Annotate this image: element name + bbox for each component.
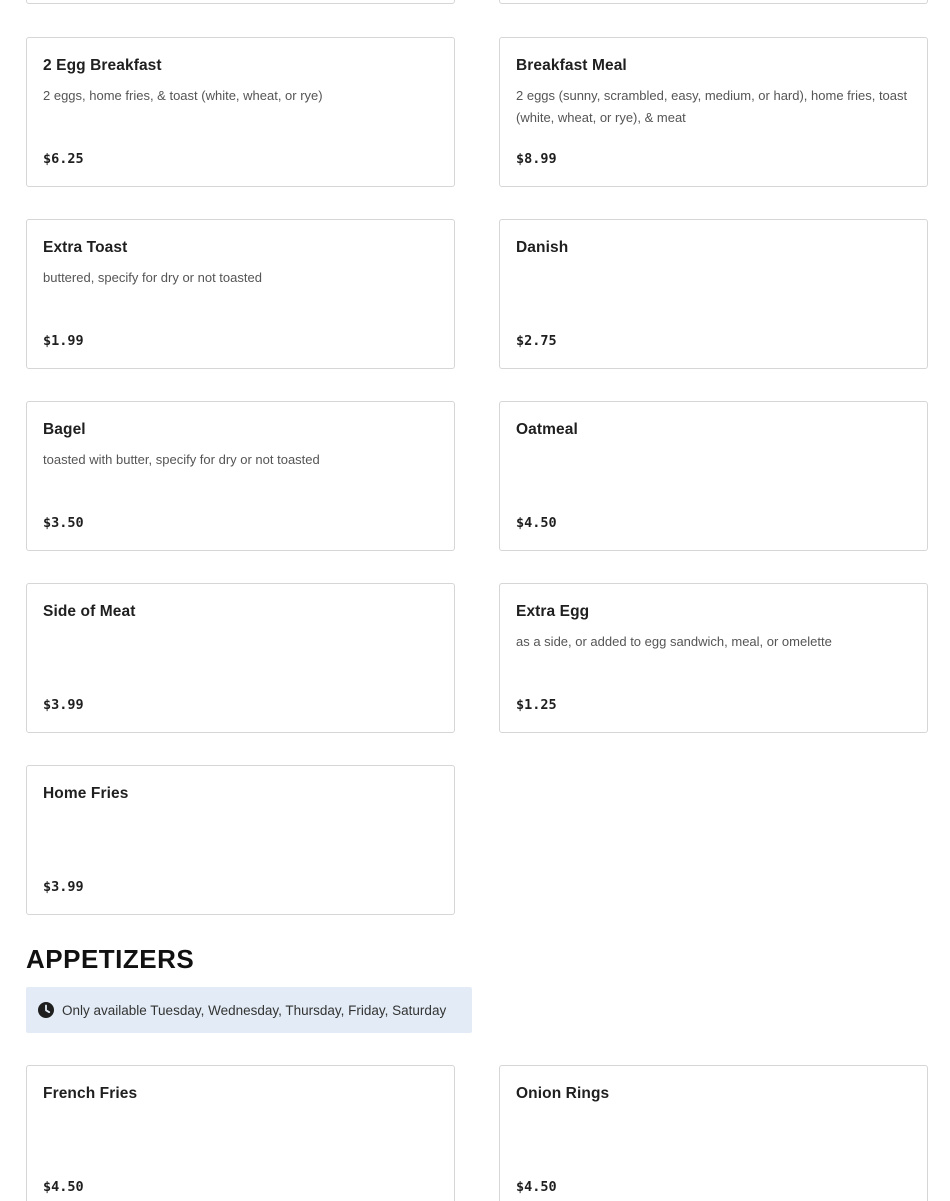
menu-item-card[interactable]: Onion Rings $4.50 (499, 1065, 928, 1201)
menu-item-description: as a side, or added to egg sandwich, mea… (516, 634, 832, 649)
clock-icon (37, 1001, 55, 1019)
menu-item-name: French Fries (43, 1085, 138, 1102)
menu-item-card[interactable]: Home Fries $3.99 (26, 765, 455, 915)
menu-item-description: 2 eggs, home fries, & toast (white, whea… (43, 88, 323, 103)
menu-item-name: Onion Rings (516, 1085, 610, 1102)
menu-item-card[interactable]: French Fries $4.50 (26, 1065, 455, 1201)
menu-item-card[interactable]: Oatmeal $4.50 (499, 401, 928, 551)
menu-item-card[interactable]: 2 Egg Breakfast 2 eggs, home fries, & to… (26, 37, 455, 187)
menu-item-name: Extra Toast (43, 239, 128, 256)
menu-item-name: Home Fries (43, 785, 129, 802)
menu-item-card-partial[interactable] (499, 0, 928, 4)
menu-item-name: Oatmeal (516, 421, 578, 438)
menu-item-name: 2 Egg Breakfast (43, 57, 162, 74)
menu-item-name: Danish (516, 239, 569, 256)
menu-item-card[interactable]: Breakfast Meal 2 eggs (sunny, scrambled,… (499, 37, 928, 187)
menu-item-price: $4.50 (516, 1179, 557, 1195)
menu-item-price: $3.50 (43, 515, 84, 531)
menu-item-description: 2 eggs (sunny, scrambled, easy, medium, … (516, 88, 908, 125)
menu-item-price: $3.99 (43, 879, 84, 895)
menu-item-price: $4.50 (516, 515, 557, 531)
menu-item-price: $3.99 (43, 697, 84, 713)
menu-item-card[interactable]: Danish $2.75 (499, 219, 928, 369)
section-title-appetizers: APPETIZERS (26, 944, 195, 974)
availability-notice: Only available Tuesday, Wednesday, Thurs… (26, 987, 472, 1033)
menu-item-price: $2.75 (516, 333, 557, 349)
menu-item-card-partial[interactable] (26, 0, 455, 4)
menu-item-name: Side of Meat (43, 603, 136, 620)
menu-item-name: Extra Egg (516, 603, 590, 620)
menu-item-price: $4.50 (43, 1179, 84, 1195)
menu-item-price: $8.99 (516, 151, 557, 167)
menu-item-description: toasted with butter, specify for dry or … (43, 452, 320, 467)
menu-item-price: $6.25 (43, 151, 84, 167)
menu-item-name: Bagel (43, 421, 86, 438)
menu-item-description: buttered, specify for dry or not toasted (43, 270, 262, 285)
availability-text: Only available Tuesday, Wednesday, Thurs… (62, 1002, 447, 1018)
menu-item-card[interactable]: Bagel toasted with butter, specify for d… (26, 401, 455, 551)
menu-item-card[interactable]: Extra Toast buttered, specify for dry or… (26, 219, 455, 369)
menu-item-card[interactable]: Extra Egg as a side, or added to egg san… (499, 583, 928, 733)
menu-page: 2 Egg Breakfast 2 eggs, home fries, & to… (0, 0, 950, 1201)
menu-item-price: $1.99 (43, 333, 84, 349)
menu-item-card[interactable]: Side of Meat $3.99 (26, 583, 455, 733)
menu-item-price: $1.25 (516, 697, 557, 713)
menu-item-name: Breakfast Meal (516, 57, 627, 74)
